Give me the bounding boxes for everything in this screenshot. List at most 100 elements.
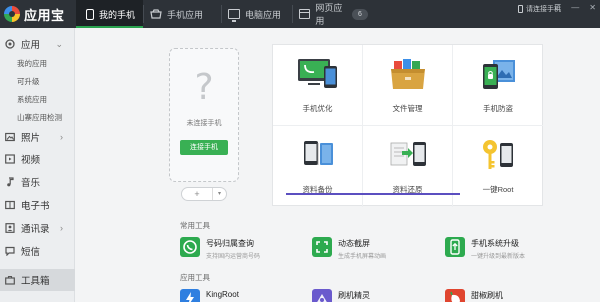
window-controls: ☰ — ✕: [554, 3, 596, 12]
phone-lookup-icon: [180, 237, 200, 257]
tool-system-upgrade[interactable]: 手机系统升级 一键升级到最新版本: [445, 237, 525, 260]
sidebar-item-video[interactable]: 视频: [0, 148, 75, 170]
minimize-icon[interactable]: —: [571, 3, 579, 12]
sidebar-subitem-my-apps[interactable]: 我的应用: [17, 58, 47, 69]
tool-description: 生成手机屏幕动画: [338, 254, 387, 260]
sidebar-item-label: 视频: [21, 155, 41, 166]
sidebar-item-label: 音乐: [21, 178, 41, 189]
web-icon: [299, 9, 311, 19]
unknown-device-icon: ?: [194, 67, 214, 108]
phone-optimize-icon: [296, 56, 340, 92]
selection-underline: [286, 193, 460, 195]
sidebar-item-label: 电子书: [21, 201, 50, 212]
feature-label: 一键Root: [482, 185, 514, 194]
monitor-icon: [228, 9, 240, 22]
tool-description: 一键升级到最新版本: [471, 254, 526, 260]
phone-icon: [518, 5, 523, 13]
tab-divider: [143, 5, 144, 23]
tool-dynamic-screenshot[interactable]: 动态截屏 生成手机屏幕动画: [312, 237, 386, 260]
sidebar-item-ebooks[interactable]: 电子书: [0, 194, 75, 216]
tab-web-apps[interactable]: 网页应用: [299, 0, 349, 28]
video-icon: [5, 154, 15, 164]
sidebar-item-sms[interactable]: 短信: [0, 240, 75, 262]
close-icon[interactable]: ✕: [589, 3, 596, 12]
chevron-right-icon: ›: [60, 223, 63, 233]
tool-phone-lookup[interactable]: 号码归属查询 支持国内运营商号码: [180, 237, 260, 260]
flash-wizard-icon: [312, 289, 332, 302]
sms-icon: [5, 246, 15, 257]
chevron-down-icon[interactable]: ▾: [212, 188, 226, 200]
sidebar-item-toolbox[interactable]: 工具箱: [0, 269, 75, 291]
feature-label: 手机防盗: [483, 104, 513, 113]
device-status: 未连接手机: [186, 120, 222, 127]
tool-pepper-flash[interactable]: 甜椒刷机: [445, 289, 503, 302]
toolbox-icon: [5, 275, 15, 285]
tab-divider: [292, 5, 293, 23]
music-icon: [5, 177, 15, 187]
sidebar-item-label: 通讯录: [21, 224, 50, 235]
kingroot-icon: [180, 289, 200, 302]
sidebar-item-music[interactable]: 音乐: [0, 171, 75, 193]
tool-description: 支持国内运营商号码: [206, 254, 261, 260]
tab-pc-apps[interactable]: 电脑应用: [228, 0, 296, 28]
tab-count-badge: 6: [352, 9, 368, 20]
sidebar-item-label: 应用: [21, 40, 41, 51]
section-app-tools: 应用工具: [180, 273, 210, 282]
sidebar-item-label: 工具箱: [21, 276, 50, 287]
feature-label: 手机优化: [302, 104, 333, 113]
tab-label: 电脑应用: [245, 9, 282, 20]
sidebar-subitem-system-apps[interactable]: 系统应用: [17, 94, 47, 105]
top-bar: 应用宝 我的手机 手机应用 电脑应用 网页应用 6 请连接手机 ☰ — ✕: [0, 0, 600, 28]
feature-file-manager[interactable]: 文件管理: [363, 45, 453, 126]
add-device-icon[interactable]: +: [182, 189, 212, 199]
tool-name: 甜椒刷机: [471, 291, 503, 300]
app-logo: 应用宝: [4, 5, 65, 23]
tool-kingroot[interactable]: KingRoot: [180, 289, 239, 302]
system-upgrade-icon: [445, 237, 465, 257]
menu-icon[interactable]: ☰: [554, 3, 561, 12]
root-key-icon: [476, 137, 520, 173]
phone-icon: [86, 8, 94, 20]
photo-icon: [5, 132, 15, 142]
anti-theft-icon: [476, 56, 520, 92]
backup-icon: [296, 137, 340, 173]
sidebar-subitem-fake-app-check[interactable]: 山寨应用检测: [17, 112, 62, 123]
tool-name: KingRoot: [206, 290, 239, 299]
main-content: ? 未连接手机 连接手机 + ▾ 手机优化 文件管理 手机防盗 资料备份 资料还…: [76, 28, 600, 302]
sidebar-item-apps[interactable]: 应用 ⌄: [0, 32, 75, 56]
sidebar-item-photos[interactable]: 照片 ›: [0, 126, 75, 148]
feature-anti-theft[interactable]: 手机防盗: [453, 45, 543, 126]
apps-icon: [5, 39, 15, 49]
tool-flash-wizard[interactable]: 刷机精灵: [312, 289, 370, 302]
feature-root[interactable]: 一键Root: [453, 126, 543, 207]
chevron-right-icon: ›: [60, 132, 63, 142]
tool-name: 刷机精灵: [338, 291, 370, 300]
tab-label: 手机应用: [167, 9, 204, 20]
file-manager-icon: [386, 56, 430, 92]
sidebar-subitem-upgradable[interactable]: 可升级: [17, 76, 40, 87]
tab-label: 网页应用: [315, 3, 343, 26]
feature-phone-optimize[interactable]: 手机优化: [273, 45, 363, 126]
restore-icon: [386, 137, 430, 173]
chevron-down-icon: ⌄: [55, 38, 63, 49]
ebook-icon: [5, 200, 15, 210]
add-device-control[interactable]: + ▾: [181, 187, 227, 201]
app-title: 应用宝: [24, 7, 65, 23]
section-common-tools: 常用工具: [180, 221, 210, 230]
pepper-flash-icon: [445, 289, 465, 302]
screenshot-icon: [312, 237, 332, 257]
sidebar-item-label: 照片: [21, 133, 41, 144]
tab-label: 我的手机: [99, 9, 136, 20]
tool-name: 动态截屏: [338, 239, 370, 248]
sidebar: 应用 ⌄ 我的应用 可升级 系统应用 山寨应用检测 照片 › 视频 音乐 电子书…: [0, 28, 75, 302]
tab-phone-apps[interactable]: 手机应用: [150, 0, 218, 28]
tool-name: 号码归属查询: [206, 239, 254, 248]
tab-divider: [221, 5, 222, 23]
feature-grid: 手机优化 文件管理 手机防盗 资料备份 资料还原 一键Root: [272, 44, 543, 207]
device-placeholder: ? 未连接手机 连接手机: [169, 48, 239, 182]
sidebar-item-contacts[interactable]: 通讯录 ›: [0, 217, 75, 239]
tab-my-phone[interactable]: 我的手机: [76, 0, 143, 28]
connect-phone-button[interactable]: 连接手机: [180, 140, 228, 155]
feature-label: 文件管理: [392, 104, 423, 113]
tool-name: 手机系统升级: [471, 239, 519, 248]
